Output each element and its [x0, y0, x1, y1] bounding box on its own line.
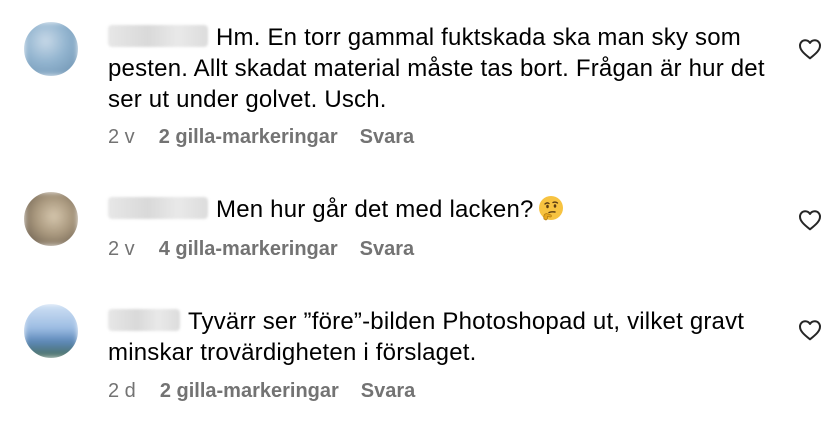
- likes-count-link[interactable]: 4 gilla-markeringar: [159, 238, 338, 261]
- comment-timestamp: 2 v: [108, 238, 135, 260]
- comment-text: Hm. En torr gammal fuktskada ska man sky…: [108, 24, 765, 113]
- username[interactable]: [108, 197, 208, 219]
- reply-button[interactable]: Svara: [361, 380, 416, 403]
- username[interactable]: [108, 25, 208, 47]
- reply-button[interactable]: Svara: [360, 126, 415, 149]
- avatar[interactable]: [24, 192, 78, 246]
- avatar[interactable]: [24, 304, 78, 358]
- comment-list: Hm. En torr gammal fuktskada ska man sky…: [0, 0, 840, 422]
- heart-outline-icon[interactable]: [798, 209, 822, 231]
- comment-text: Tyvärr ser ”före”-bilden Photoshopad ut,…: [108, 308, 745, 366]
- reply-button[interactable]: Svara: [360, 238, 415, 261]
- thinking-face-icon: [538, 196, 563, 221]
- comment-timestamp: 2 v: [108, 126, 135, 148]
- heart-outline-icon[interactable]: [798, 38, 822, 60]
- username[interactable]: [108, 309, 180, 331]
- avatar[interactable]: [24, 22, 78, 76]
- comment-timestamp: 2 d: [108, 380, 136, 402]
- heart-outline-icon[interactable]: [798, 319, 822, 341]
- likes-count-link[interactable]: 2 gilla-markeringar: [159, 126, 338, 149]
- likes-count-link[interactable]: 2 gilla-markeringar: [160, 380, 339, 403]
- comment-text: Men hur går det med lacken?: [108, 194, 788, 225]
